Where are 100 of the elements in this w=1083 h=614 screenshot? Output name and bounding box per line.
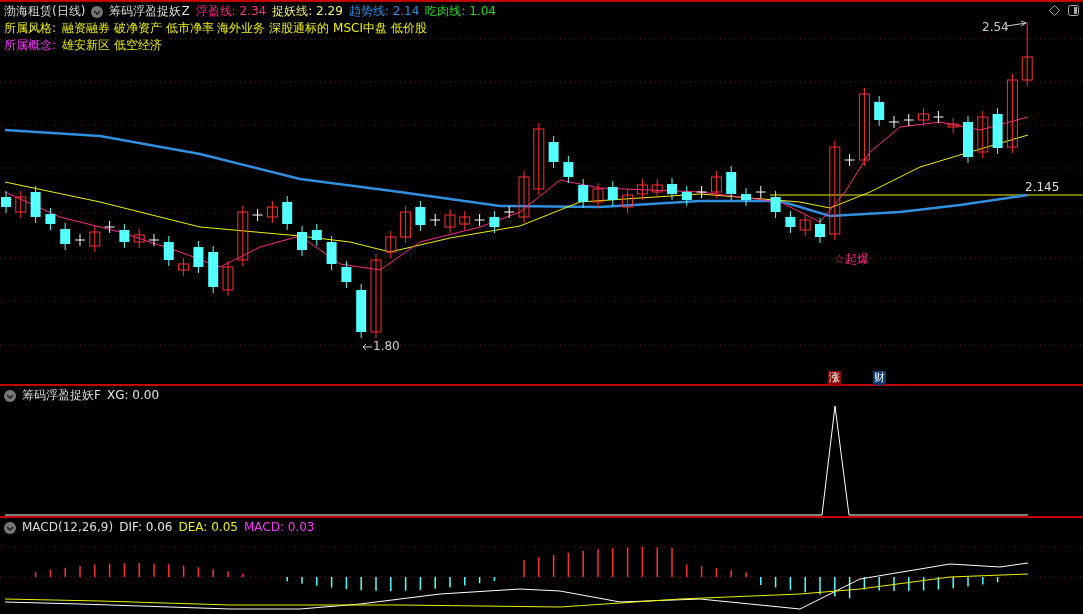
histogram-bar <box>552 554 555 578</box>
candlestick <box>696 185 708 199</box>
style-tags: 融资融券 破净资产 低市净率 海外业务 深股通标的 MSCI中盘 低价股 <box>62 20 427 37</box>
histogram-bar <box>863 576 866 591</box>
collapse-icon[interactable] <box>4 521 16 534</box>
histogram-bar <box>49 569 52 578</box>
candlestick <box>578 178 589 209</box>
histogram-bar <box>123 562 126 578</box>
candlestick <box>799 213 811 237</box>
candlestick <box>45 207 56 231</box>
indicator-value: 吃肉线: 1.04 <box>425 3 496 20</box>
candlestick <box>474 213 486 227</box>
candlestick <box>74 233 86 247</box>
indicator-name: MACD(12,26,9) <box>22 519 114 536</box>
histogram-bar <box>404 576 407 592</box>
leader-arrow <box>362 343 373 351</box>
candlestick <box>163 235 174 267</box>
histogram-bar <box>626 546 629 578</box>
histogram-bar <box>182 564 185 578</box>
candlestick <box>133 228 145 249</box>
candlestick <box>208 245 219 294</box>
concept-tags: 雄安新区 低空经济 <box>62 37 162 54</box>
candlestick <box>918 107 930 127</box>
candlestick <box>341 260 352 289</box>
candlestick <box>178 257 190 277</box>
candlestick <box>622 188 634 214</box>
candlestick <box>518 170 530 224</box>
candlestick <box>252 208 264 222</box>
histogram-bar <box>478 576 481 585</box>
histogram-bar <box>330 576 333 589</box>
candlestick <box>636 178 648 201</box>
indicator-value: MACD: 0.03 <box>243 519 315 536</box>
histogram-bar <box>419 576 422 591</box>
price-level-label: 2.145 <box>1025 180 1060 194</box>
candlestick <box>1 190 11 214</box>
histogram-bar <box>937 576 940 591</box>
candlestick <box>710 170 722 199</box>
candlestick <box>741 187 751 207</box>
histogram-bar <box>848 576 851 600</box>
candlestick <box>755 185 767 199</box>
candlestick <box>415 200 426 232</box>
candlestick <box>785 210 796 234</box>
candlestick <box>326 235 337 271</box>
candlestick <box>770 190 781 219</box>
indicator-name: 筹码浮盈捉妖F <box>22 387 101 404</box>
indicator-value: 浮盈线: 2.34 <box>195 3 267 20</box>
histogram-bar <box>493 576 496 582</box>
candlestick <box>992 107 1003 155</box>
style-label: 所属风格: <box>4 20 57 37</box>
indicator-value: 趋势线: 2.14 <box>348 3 420 20</box>
candlestick <box>667 177 677 201</box>
collapse-icon[interactable] <box>91 5 104 18</box>
candlestick <box>548 135 559 169</box>
candlestick <box>815 217 825 244</box>
histogram-bar <box>34 571 37 578</box>
diamond-icon[interactable] <box>1049 5 1060 16</box>
candlestick <box>444 208 456 234</box>
candlestick <box>148 233 160 247</box>
leader-arrow <box>1006 20 1027 27</box>
indicator-value: DIF: 0.06 <box>119 519 173 536</box>
candlestick <box>977 110 989 159</box>
candlestick <box>222 260 234 297</box>
histogram-bar <box>197 566 200 578</box>
histogram-bar <box>922 576 925 592</box>
histogram-bar <box>774 576 777 589</box>
candlestick <box>607 180 618 207</box>
candlestick <box>563 155 574 184</box>
candlestick <box>60 222 71 251</box>
stock-title: 渤海租赁(日线) <box>4 3 86 20</box>
signal-label: ☆起爆 <box>834 251 869 268</box>
histogram-bar <box>108 562 111 578</box>
candlestick <box>726 165 737 201</box>
event-badge[interactable]: 涨 <box>828 371 841 385</box>
candlestick <box>193 240 204 274</box>
candlestick <box>489 210 500 234</box>
panel-toggle-icon[interactable] <box>1068 5 1079 16</box>
histogram-bar <box>715 567 718 578</box>
event-badge[interactable]: 财 <box>873 371 886 385</box>
candlestick <box>503 205 515 219</box>
candlestick <box>104 220 116 234</box>
candlestick <box>932 110 944 124</box>
candlestick <box>89 225 101 253</box>
candlestick <box>385 230 397 259</box>
candlestick <box>844 153 856 167</box>
candlestick <box>311 223 322 247</box>
histogram-bar <box>996 576 999 583</box>
candlestick <box>888 115 900 129</box>
collapse-icon[interactable] <box>4 389 16 402</box>
candlestick <box>681 185 692 207</box>
candlestick <box>15 190 27 219</box>
candlestick <box>429 213 441 227</box>
candlestick <box>592 182 604 209</box>
concept-label: 所属概念: <box>4 37 57 54</box>
candlestick <box>947 117 959 134</box>
candlestick <box>266 200 278 224</box>
histogram-bar <box>789 576 792 591</box>
histogram-bar <box>641 546 644 578</box>
candlestick <box>282 195 293 231</box>
candlestick <box>297 225 307 257</box>
low-price-label: 1.80 <box>373 339 400 353</box>
